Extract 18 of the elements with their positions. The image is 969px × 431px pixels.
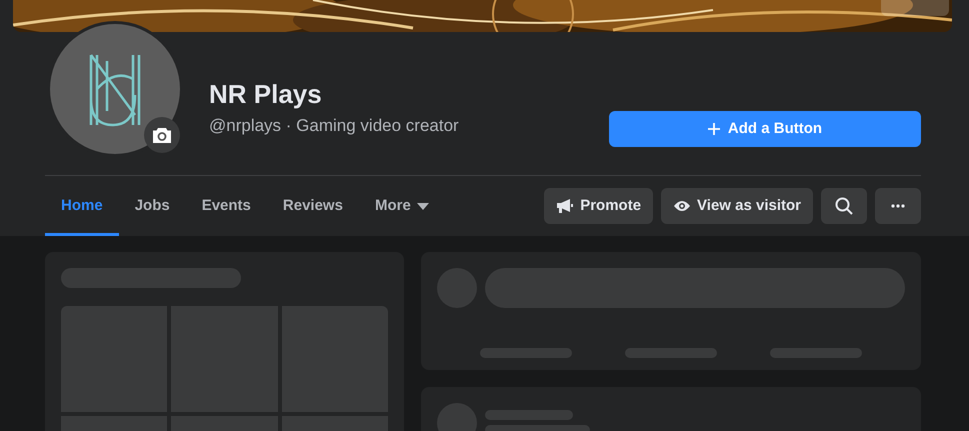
- search-icon: [835, 197, 853, 215]
- page-subtitle: @nrplays · Gaming video creator: [209, 115, 459, 137]
- more-icon: [891, 204, 905, 208]
- camera-icon: [152, 126, 172, 144]
- nav-tab[interactable]: Home: [45, 177, 119, 236]
- megaphone-icon: [556, 198, 574, 214]
- edit-cover-button[interactable]: [881, 0, 949, 16]
- promote-button[interactable]: Promote: [544, 188, 654, 224]
- nav-tab[interactable]: Events: [186, 177, 267, 236]
- nav-tab[interactable]: Jobs: [118, 177, 186, 236]
- plus-icon: [708, 123, 720, 135]
- view-as-visitor-button[interactable]: View as visitor: [661, 188, 813, 224]
- eye-icon: [673, 200, 692, 212]
- nav-tab[interactable]: More: [358, 177, 445, 236]
- nav-tab[interactable]: Reviews: [266, 177, 359, 236]
- search-button[interactable]: [821, 188, 867, 224]
- page-name: NR Plays: [209, 78, 323, 111]
- camera-button[interactable]: [144, 117, 180, 153]
